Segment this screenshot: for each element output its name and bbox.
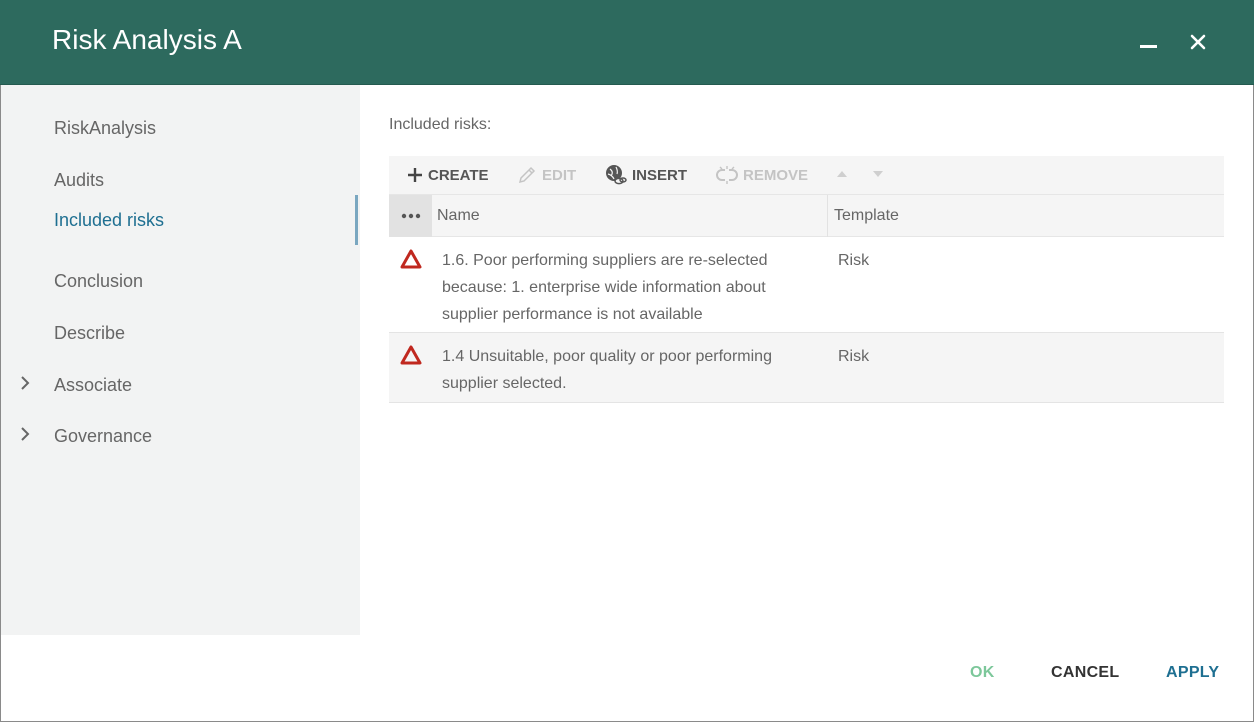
column-header-template[interactable]: Template — [834, 207, 899, 225]
table-row[interactable]: 1.6. Poor performing suppliers are re-se… — [389, 237, 1224, 333]
row-template: Risk — [838, 348, 870, 365]
sidebar-item-describe[interactable]: Describe — [1, 313, 360, 353]
risk-warning-icon — [400, 249, 422, 269]
ok-button[interactable]: OK — [970, 664, 995, 682]
main-panel: Included risks: CREATE EDIT INSERT REMOV… — [360, 85, 1253, 635]
sidebar-item-label: RiskAnalysis — [54, 118, 157, 138]
remove-button[interactable]: REMOVE — [716, 164, 808, 186]
move-down-icon[interactable] — [871, 168, 885, 180]
edit-button[interactable]: EDIT — [517, 164, 576, 186]
column-divider[interactable] — [827, 195, 828, 237]
create-button[interactable]: CREATE — [407, 164, 489, 186]
unlink-icon — [716, 166, 738, 184]
insert-button[interactable]: INSERT — [605, 164, 687, 186]
grid-toolbar: CREATE EDIT INSERT REMOVE — [389, 156, 1224, 194]
section-label: Included risks: — [389, 116, 492, 133]
cancel-button[interactable]: CANCEL — [1051, 664, 1119, 682]
edit-button-label: EDIT — [542, 166, 577, 184]
title-bar: Risk Analysis A — [0, 0, 1254, 85]
sidebar-item-riskanalysis[interactable]: RiskAnalysis — [1, 108, 360, 148]
sidebar-item-associate[interactable]: Associate — [1, 365, 360, 405]
chevron-right-icon — [21, 427, 30, 441]
sidebar-item-conclusion[interactable]: Conclusion — [1, 261, 360, 301]
create-button-label: CREATE — [428, 166, 489, 184]
plus-icon — [408, 168, 422, 182]
minimize-icon — [1139, 44, 1157, 48]
sidebar-item-label: Conclusion — [54, 271, 144, 291]
sidebar-item-label: Governance — [54, 426, 153, 446]
row-name: 1.4 Unsuitable, poor quality or poor per… — [442, 348, 772, 392]
sidebar-item-label: Associate — [54, 375, 133, 395]
sidebar: RiskAnalysis Audits Included risks Concl… — [1, 85, 360, 635]
apply-button[interactable]: APPLY — [1166, 664, 1219, 682]
chevron-right-icon — [21, 376, 30, 390]
column-header-name[interactable]: Name — [437, 207, 480, 225]
row-template: Risk — [838, 252, 870, 269]
sidebar-item-included-risks[interactable]: Included risks — [1, 195, 360, 245]
sidebar-item-audits[interactable]: Audits — [1, 160, 360, 200]
window-title: Risk Analysis A — [52, 24, 242, 55]
close-icon — [1190, 34, 1206, 50]
insert-button-label: INSERT — [632, 166, 688, 184]
risk-warning-icon — [400, 345, 422, 365]
sidebar-item-label: Included risks — [54, 210, 165, 230]
close-button[interactable] — [1178, 22, 1218, 62]
pencil-icon — [518, 166, 536, 184]
move-up-icon[interactable] — [835, 168, 849, 180]
sidebar-item-governance[interactable]: Governance — [1, 416, 360, 456]
sidebar-item-label: Describe — [54, 323, 126, 343]
minimize-button[interactable] — [1128, 22, 1168, 62]
row-name: 1.6. Poor performing suppliers are re-se… — [442, 252, 768, 323]
column-options-button[interactable] — [389, 195, 432, 237]
globe-link-icon — [606, 165, 627, 185]
table-row[interactable]: 1.4 Unsuitable, poor quality or poor per… — [389, 333, 1224, 403]
more-dots-icon — [401, 213, 420, 219]
sidebar-item-label: Audits — [54, 170, 105, 190]
risks-grid: Name Template 1.6. Poor performing suppl… — [389, 194, 1224, 403]
grid-header: Name Template — [389, 194, 1224, 237]
remove-button-label: REMOVE — [743, 166, 809, 184]
